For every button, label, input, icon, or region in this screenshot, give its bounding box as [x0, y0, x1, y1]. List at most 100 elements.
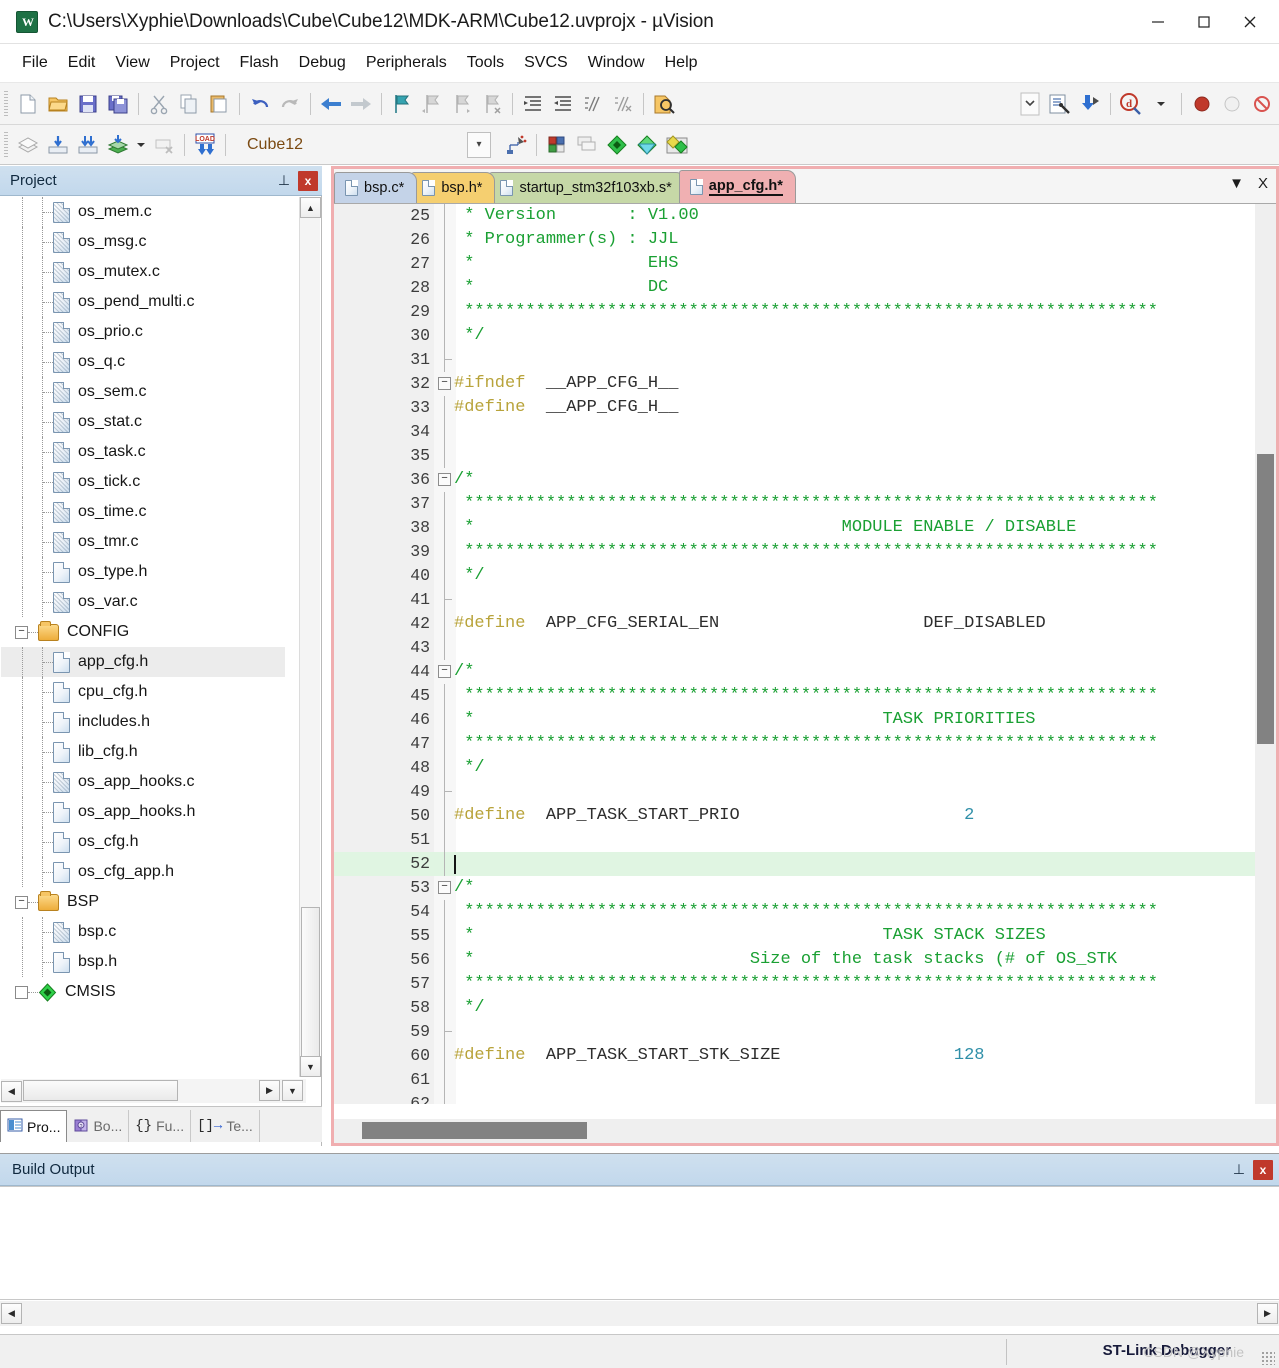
navigate-back-icon[interactable]: [316, 89, 346, 119]
editor-vertical-scrollbar[interactable]: [1255, 204, 1276, 1104]
indent-decrease-icon[interactable]: [548, 89, 578, 119]
editor-tab-bsp-c-[interactable]: bsp.c*: [334, 172, 418, 203]
editor-tab-bsp-h-[interactable]: bsp.h*: [411, 172, 496, 203]
tree-item-cpu-cfg-h[interactable]: cpu_cfg.h: [1, 677, 285, 707]
tree-item-includes-h[interactable]: includes.h: [1, 707, 285, 737]
scroll-menu-arrow-icon[interactable]: ▼: [282, 1080, 303, 1101]
code-line-27[interactable]: 27 * EHS: [334, 252, 1276, 276]
code-line-47[interactable]: 47 *************************************…: [334, 732, 1276, 756]
close-icon[interactable]: x: [298, 170, 318, 191]
comment-lines-icon[interactable]: [578, 89, 608, 119]
insert-breakpoint-icon[interactable]: [1187, 89, 1217, 119]
scrollbar-thumb[interactable]: [301, 907, 320, 1057]
indent-increase-icon[interactable]: [518, 89, 548, 119]
code-line-60[interactable]: 60 #define APP_TASK_START_STK_SIZE 128: [334, 1044, 1276, 1068]
fold-toggle-icon[interactable]: −: [438, 881, 451, 894]
tree-item-os-cfg-h[interactable]: os_cfg.h: [1, 827, 285, 857]
code-line-26[interactable]: 26 * Programmer(s) : JJL: [334, 228, 1276, 252]
tree-item-config[interactable]: − CONFIG: [1, 617, 285, 647]
code-line-45[interactable]: 45 *************************************…: [334, 684, 1276, 708]
code-line-36[interactable]: 36−/*: [334, 468, 1276, 492]
minimize-button[interactable]: [1135, 0, 1181, 43]
code-line-31[interactable]: 31: [334, 348, 1276, 372]
code-line-56[interactable]: 56 * Size of the task stacks (# of OS_ST…: [334, 948, 1276, 972]
fold-toggle-icon[interactable]: −: [438, 377, 451, 390]
tree-item-os-time-c[interactable]: os_time.c: [1, 497, 285, 527]
scroll-down-arrow-icon[interactable]: ▼: [300, 1056, 321, 1077]
tree-item-os-cfg-app-h[interactable]: os_cfg_app.h: [1, 857, 285, 887]
download-to-flash-icon[interactable]: [1075, 89, 1105, 119]
code-line-32[interactable]: 32− #ifndef __APP_CFG_H__: [334, 372, 1276, 396]
menu-tools[interactable]: Tools: [457, 50, 514, 76]
project-target-name[interactable]: Cube12: [239, 132, 467, 158]
code-line-58[interactable]: 58 */: [334, 996, 1276, 1020]
tree-item-os-app-hooks-h[interactable]: os_app_hooks.h: [1, 797, 285, 827]
code-line-29[interactable]: 29 *************************************…: [334, 300, 1276, 324]
code-line-30[interactable]: 30 */: [334, 324, 1276, 348]
scrollbar-thumb[interactable]: [23, 1080, 178, 1101]
build-target-icon[interactable]: [43, 130, 73, 160]
tree-expander[interactable]: −: [15, 625, 28, 639]
code-line-39[interactable]: 39 *************************************…: [334, 540, 1276, 564]
editor-tab-startup-stm32f103xb-s-[interactable]: startup_stm32f103xb.s*: [489, 172, 685, 203]
code-line-62[interactable]: 62: [334, 1092, 1276, 1104]
tree-item-os-type-h[interactable]: os_type.h: [1, 557, 285, 587]
pin-icon[interactable]: ⊥: [1229, 1160, 1249, 1180]
start-debug-session-icon[interactable]: d: [1116, 89, 1146, 119]
batch-build-dropdown-icon[interactable]: [133, 130, 149, 160]
find-in-files-icon[interactable]: [649, 89, 679, 119]
bookmark-next-icon[interactable]: [447, 89, 477, 119]
code-line-59[interactable]: 59: [334, 1020, 1276, 1044]
redo-icon[interactable]: [275, 89, 305, 119]
tree-item-os-tick-c[interactable]: os_tick.c: [1, 467, 285, 497]
navigate-forward-icon[interactable]: [346, 89, 376, 119]
close-button[interactable]: [1227, 0, 1273, 43]
code-line-41[interactable]: 41: [334, 588, 1276, 612]
menu-edit[interactable]: Edit: [58, 50, 106, 76]
code-line-50[interactable]: 50 #define APP_TASK_START_PRIO 2: [334, 804, 1276, 828]
tree-item-os-tmr-c[interactable]: os_tmr.c: [1, 527, 285, 557]
scroll-left-arrow-icon[interactable]: ◀: [1, 1080, 22, 1102]
tree-item-os-mem-c[interactable]: os_mem.c: [1, 197, 285, 227]
bookmark-prev-icon[interactable]: [417, 89, 447, 119]
uncomment-lines-icon[interactable]: [608, 89, 638, 119]
fold-toggle-icon[interactable]: −: [438, 665, 451, 678]
toolbar-grip[interactable]: [4, 90, 8, 117]
editor-horizontal-scrollbar[interactable]: [334, 1119, 1276, 1143]
code-line-46[interactable]: 46 * TASK PRIORITIES: [334, 708, 1276, 732]
pin-icon[interactable]: ⊥: [274, 171, 294, 191]
menu-flash[interactable]: Flash: [230, 50, 289, 76]
code-line-48[interactable]: 48 */: [334, 756, 1276, 780]
build-output-horizontal-scrollbar[interactable]: ◀ ▶: [0, 1301, 1279, 1326]
disable-breakpoint-icon[interactable]: [1217, 89, 1247, 119]
save-icon[interactable]: [73, 89, 103, 119]
menu-peripherals[interactable]: Peripherals: [356, 50, 457, 76]
multi-project-icon[interactable]: [572, 130, 602, 160]
view-tab-templates[interactable]: []→ Te...: [191, 1110, 260, 1142]
resize-grip-icon[interactable]: [1261, 1351, 1275, 1365]
chevron-down-icon[interactable]: ▼: [1229, 175, 1244, 192]
tree-item-os-prio-c[interactable]: os_prio.c: [1, 317, 285, 347]
cut-icon[interactable]: [144, 89, 174, 119]
menu-window[interactable]: Window: [578, 50, 655, 76]
tree-item-os-q-c[interactable]: os_q.c: [1, 347, 285, 377]
scroll-left-arrow-icon[interactable]: ◀: [1, 1303, 22, 1324]
open-file-icon[interactable]: [43, 89, 73, 119]
view-tab-books[interactable]: ? Bo...: [67, 1110, 130, 1142]
code-line-35[interactable]: 35: [334, 444, 1276, 468]
menu-svcs[interactable]: SVCS: [514, 50, 578, 76]
code-line-52[interactable]: 52: [334, 852, 1276, 876]
tree-item-os-var-c[interactable]: os_var.c: [1, 587, 285, 617]
scrollbar-thumb[interactable]: [1257, 454, 1274, 744]
code-editor[interactable]: 25 * Version : V1.00 26 * Programmer(s) :…: [334, 204, 1276, 1104]
close-icon[interactable]: X: [1258, 175, 1268, 192]
scroll-right-arrow-icon[interactable]: ▶: [259, 1080, 280, 1101]
project-tree-horizontal-scrollbar[interactable]: ◀ ▶ ▼: [1, 1079, 306, 1103]
stop-build-icon[interactable]: [149, 130, 179, 160]
scrollbar-thumb[interactable]: [362, 1122, 587, 1139]
scroll-up-arrow-icon[interactable]: ▲: [300, 197, 321, 218]
chevron-down-icon[interactable]: ▾: [467, 131, 491, 158]
tree-item-app-cfg-h[interactable]: app_cfg.h: [1, 647, 285, 677]
tree-item-bsp[interactable]: − BSP: [1, 887, 285, 917]
code-line-43[interactable]: 43: [334, 636, 1276, 660]
